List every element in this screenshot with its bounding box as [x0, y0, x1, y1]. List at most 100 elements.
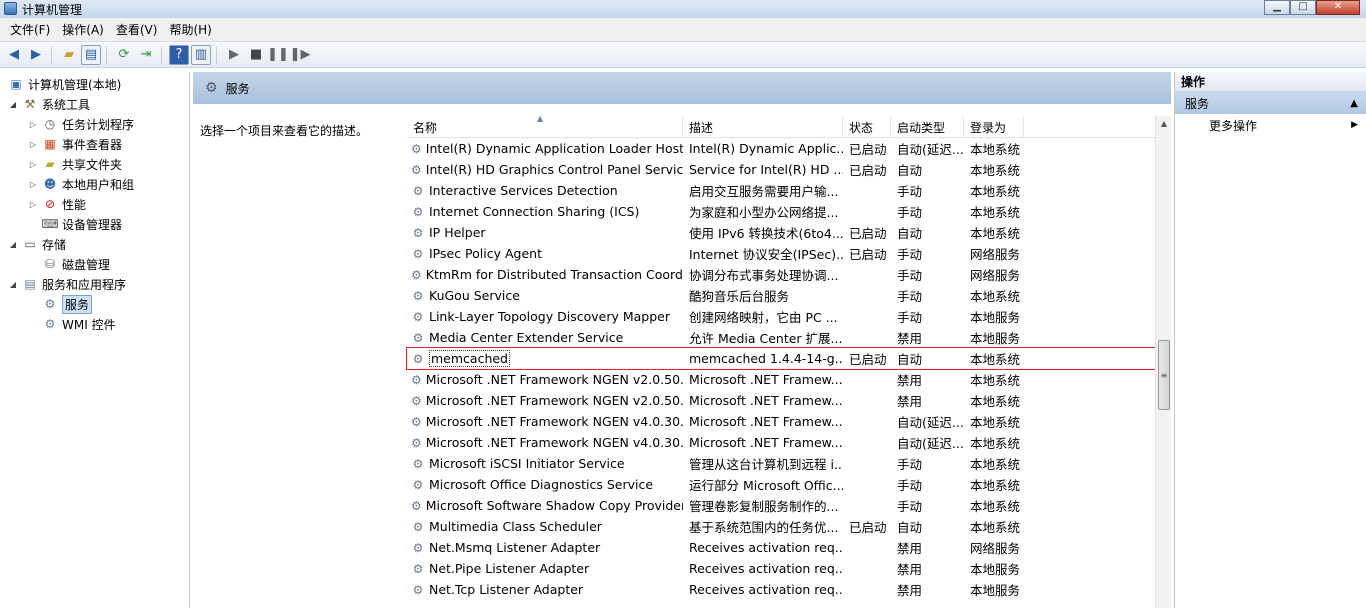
close-button[interactable]: ✕ [1316, 0, 1360, 15]
service-description-cell: 协调分布式事务处理协调... [689, 268, 839, 283]
tree-item-shared-folders[interactable]: ▷ ▰ 共享文件夹 [28, 154, 122, 174]
scroll-thumb[interactable]: ≡ [1158, 340, 1170, 410]
restart-service-icon[interactable]: ❚▶ [290, 45, 311, 65]
table-row[interactable]: ⚙ Net.Msmq Listener Adapter Receives activ… [407, 537, 1155, 558]
service-log-on-cell: 本地系统 [970, 499, 1021, 514]
table-row[interactable]: ⚙ Microsoft .NET Framework NGEN v4.0.30..… [407, 411, 1155, 432]
service-log-on-cell: 本地系统 [970, 289, 1021, 304]
column-header-log-on-as[interactable]: 登录为 [964, 116, 1024, 138]
table-row[interactable]: ⚙ Intel(R) Dynamic Application Loader Hos… [407, 138, 1155, 159]
service-description-cell: 允许 Media Center 扩展... [689, 331, 843, 346]
more-actions-item[interactable]: 更多操作 ▶ [1175, 114, 1366, 136]
expander-icon[interactable]: ◢ [8, 240, 18, 249]
window-controls: ▁ □ ✕ [1264, 0, 1360, 15]
expander-icon[interactable]: ▷ [28, 200, 38, 209]
table-row[interactable]: ⚙ Interactive Services Detection 启用交互服务需要用… [407, 180, 1155, 201]
table-row[interactable]: ⚙ Net.Tcp Listener Adapter Receives activa… [407, 579, 1155, 600]
service-startup-type-cell: 手动 [897, 184, 923, 199]
collapse-icon[interactable]: ▲ [1350, 98, 1358, 109]
expander-icon[interactable]: ▷ [28, 140, 38, 149]
service-description-cell: 创建网络映射，它由 PC ... [689, 310, 838, 325]
table-row[interactable]: ⚙ Multimedia Class Scheduler 基于系统范围内的任务优..… [407, 516, 1155, 537]
service-name-cell: ⚙ Net.Tcp Listener Adapter [412, 582, 584, 597]
menu-file[interactable]: 文件(F) [4, 21, 56, 38]
table-row[interactable]: ⚙ memcached memcached 1.4.4-14-g... 已启动 自动 本地… [406, 347, 1156, 370]
table-row[interactable]: ⚙ Microsoft Software Shadow Copy Provider… [407, 495, 1155, 516]
expander-icon[interactable]: ◢ [8, 280, 18, 289]
service-log-on-cell: 本地系统 [970, 205, 1021, 220]
performance-icon: ⊘ [44, 197, 56, 211]
start-service-icon[interactable]: ▶ [224, 45, 244, 65]
vertical-scrollbar[interactable]: ▲ ≡ [1155, 116, 1171, 608]
description-panel: 选择一个项目来查看它的描述。 [193, 108, 393, 608]
shared-folder-icon: ▰ [45, 157, 55, 171]
column-header-description[interactable]: 描述 [683, 116, 843, 138]
table-row[interactable]: ⚙ KtmRm for Distributed Transaction Coord… [407, 264, 1155, 285]
table-row[interactable]: ⚙ Microsoft iSCSI Initiator Service 管理从这台计… [407, 453, 1155, 474]
service-startup-type-cell: 手动 [897, 268, 923, 283]
up-folder-icon[interactable]: ▰ [59, 45, 79, 65]
table-row[interactable]: ⚙ Microsoft .NET Framework NGEN v4.0.30..… [407, 432, 1155, 453]
stop-service-icon[interactable]: ■ [246, 45, 266, 65]
pause-service-icon[interactable]: ❚❚ [267, 45, 289, 65]
refresh-icon[interactable]: ⟳ [114, 45, 134, 65]
tree-item-computer-management[interactable]: ▣ 计算机管理(本地) [4, 74, 121, 94]
services-pane: ⚙ 服务 选择一个项目来查看它的描述。 ▲ 名称 描述 状态 启动类型 登录为 … [193, 72, 1171, 608]
table-row[interactable]: ⚙ Microsoft Office Diagnostics Service 运行部… [407, 474, 1155, 495]
column-header-status[interactable]: 状态 [843, 116, 891, 138]
tree-item-device-manager[interactable]: ⌨ 设备管理器 [28, 214, 122, 234]
table-row[interactable]: ⚙ KuGou Service 酷狗音乐后台服务 手动 本地系统 [407, 285, 1155, 306]
help-icon[interactable]: ? [169, 44, 189, 65]
service-description-cell: Microsoft .NET Framew... [689, 414, 843, 429]
export-list-icon[interactable]: ⇥ [136, 45, 156, 65]
table-row[interactable]: ⚙ Net.Pipe Listener Adapter Receives activ… [407, 558, 1155, 579]
expander-icon[interactable]: ▷ [28, 160, 38, 169]
expander-icon[interactable]: ▷ [28, 120, 38, 129]
menu-help[interactable]: 帮助(H) [163, 21, 217, 38]
tree-item-services-applications[interactable]: ◢ ▤ 服务和应用程序 [8, 274, 126, 294]
table-row[interactable]: ⚙ Intel(R) HD Graphics Control Panel Serv… [407, 159, 1155, 180]
toolbar-separator [161, 45, 167, 64]
actions-section-services[interactable]: 服务 ▲ [1175, 92, 1366, 114]
tree-item-services[interactable]: ⚙ 服务 [28, 294, 93, 314]
tree-item-performance[interactable]: ▷ ⊘ 性能 [28, 194, 86, 214]
console-tree: ▣ 计算机管理(本地) ◢ ⚒ 系统工具 ▷ ◷ 任务计划程序 ▷ ▦ 事件查看… [0, 72, 190, 608]
table-row[interactable]: ⚙ IPsec Policy Agent Internet 协议安全(IPSec).… [407, 243, 1155, 264]
pane-title: 服务 [225, 81, 250, 96]
table-row[interactable]: ⚙ Microsoft .NET Framework NGEN v2.0.50..… [407, 369, 1155, 390]
service-startup-type-cell: 手动 [897, 247, 923, 262]
show-action-pane-icon[interactable]: ▥ [191, 44, 211, 65]
menu-action[interactable]: 操作(A) [56, 21, 110, 38]
tree-item-wmi-control[interactable]: ⚙ WMI 控件 [28, 314, 116, 334]
forward-arrow-icon[interactable]: ▶ [26, 45, 46, 65]
gear-icon: ⚙ [412, 246, 424, 261]
tree-item-system-tools[interactable]: ◢ ⚒ 系统工具 [8, 94, 90, 114]
search-gear-icon: ⚙ [205, 80, 218, 96]
service-startup-type-cell: 手动 [897, 310, 923, 325]
table-row[interactable]: ⚙ Link-Layer Topology Discovery Mapper 创建网… [407, 306, 1155, 327]
back-arrow-icon[interactable]: ◀ [4, 45, 24, 65]
service-log-on-cell: 本地系统 [970, 478, 1021, 493]
tree-item-event-viewer[interactable]: ▷ ▦ 事件查看器 [28, 134, 122, 154]
chevron-right-icon: ▶ [1351, 120, 1358, 130]
tree-item-storage[interactable]: ◢ ▭ 存储 [8, 234, 66, 254]
tree-item-local-users-groups[interactable]: ▷ ☻ 本地用户和组 [28, 174, 134, 194]
tree-item-disk-management[interactable]: ⛁ 磁盘管理 [28, 254, 110, 274]
expander-icon[interactable]: ▷ [28, 180, 38, 189]
maximize-button[interactable]: □ [1290, 0, 1316, 15]
scroll-up-icon[interactable]: ▲ [1156, 116, 1172, 132]
menu-view[interactable]: 查看(V) [110, 21, 164, 38]
show-hide-tree-icon[interactable]: ▤ [81, 44, 101, 65]
service-description-cell: Receives activation req... [689, 582, 843, 597]
service-startup-type-cell: 手动 [897, 289, 923, 304]
table-row[interactable]: ⚙ Microsoft .NET Framework NGEN v2.0.50..… [407, 390, 1155, 411]
column-header-name[interactable]: ▲ 名称 [407, 114, 683, 138]
service-startup-type-cell: 禁用 [897, 394, 923, 409]
tree-item-task-scheduler[interactable]: ▷ ◷ 任务计划程序 [28, 114, 134, 134]
table-row[interactable]: ⚙ IP Helper 使用 IPv6 转换技术(6to4... 已启动 自动 本地系统 [407, 222, 1155, 243]
expander-icon[interactable]: ◢ [8, 100, 18, 109]
minimize-button[interactable]: ▁ [1264, 0, 1290, 15]
table-row[interactable]: ⚙ Internet Connection Sharing (ICS) 为家庭和小型… [407, 201, 1155, 222]
column-header-startup-type[interactable]: 启动类型 [891, 116, 964, 138]
table-row[interactable]: ⚙ Media Center Extender Service 允许 Media C… [407, 327, 1155, 348]
